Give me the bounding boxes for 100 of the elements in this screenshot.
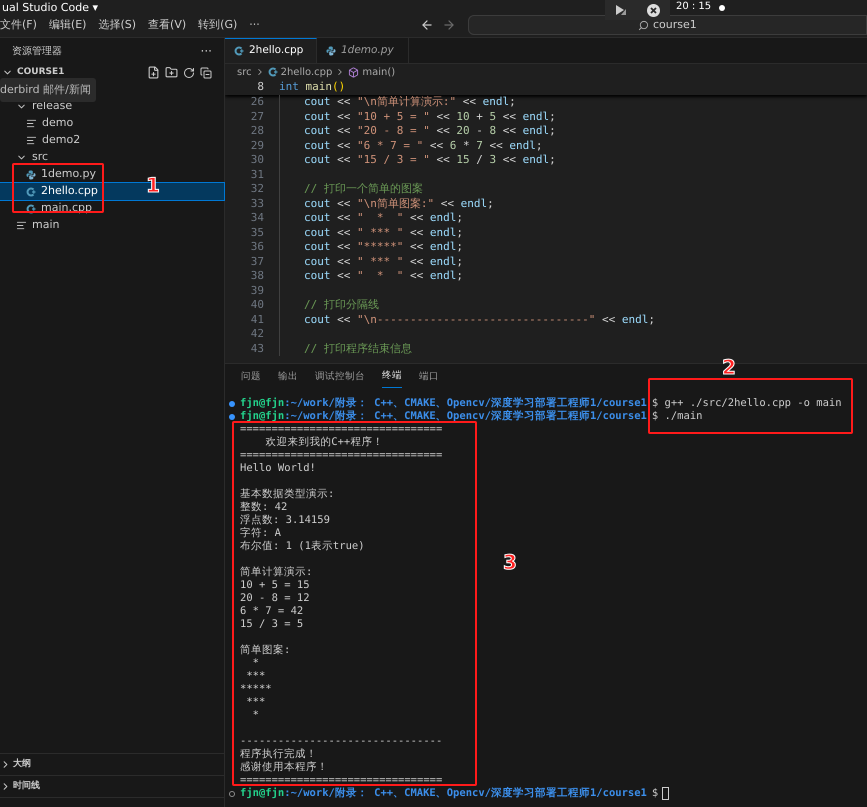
terminal-output: 基本数据类型演示: — [240, 488, 334, 501]
folder-row[interactable]: src — [0, 149, 224, 166]
text-file-icon — [26, 135, 37, 146]
close-icon[interactable] — [647, 4, 660, 16]
line-number: 30 — [250, 152, 264, 168]
line-number: 40 — [250, 297, 264, 313]
text-file-icon — [26, 118, 37, 129]
search-field[interactable]: course1 — [468, 15, 867, 35]
terminal-output: -------------------------------- — [240, 735, 442, 748]
line-number: 27 — [250, 108, 264, 124]
line-number: 29 — [250, 138, 264, 154]
line-number: 31 — [250, 166, 264, 182]
line-number: 34 — [250, 210, 264, 226]
prompt-line: fjn@fjn:~/work/附录： C++、CMAKE、Opencv/深度学习部署工程师1/course1 $ — [240, 787, 658, 800]
terminal-output: ================================ — [240, 774, 442, 787]
terminal-output: ================================ — [240, 449, 442, 462]
terminal-output: 简单图案: — [240, 644, 290, 657]
terminal-output: 欢迎来到我的C++程序！ — [264, 436, 384, 449]
code-comment: // 打印程序结束信息 — [304, 340, 412, 356]
line-number: 41 — [250, 312, 264, 328]
breadcrumb-item[interactable]: src — [237, 64, 252, 80]
python-file-icon — [26, 170, 36, 180]
line-number: 42 — [250, 326, 264, 342]
code-line: cout << "\n简单图案:" << endl; — [304, 196, 494, 212]
panel-tab[interactable]: 端口 — [419, 366, 439, 388]
file-row[interactable]: main.cpp — [0, 200, 224, 217]
cpp-file-icon — [26, 186, 36, 196]
prompt-line: fjn@fjn:~/work/附录： C++、CMAKE、Opencv/深度学习部署工程师1/course1 $ g++ ./src/2hello.cpp -o main — [240, 397, 842, 410]
terminal-output: 感谢使用本程序！ — [240, 761, 328, 774]
play-icon[interactable] — [615, 4, 627, 16]
sidebar-title: 资源管理器 — [12, 44, 62, 58]
code-line: cout << "20 - 8 = " << 20 - 8 << endl; — [304, 123, 556, 139]
menu-item[interactable]: 查看(V) — [148, 16, 186, 34]
terminal-output: 程序执行完成！ — [240, 748, 317, 761]
panel-tab[interactable]: 调试控制台 — [315, 366, 365, 388]
code-line: cout << " * " << endl; — [304, 268, 463, 284]
line-number: 36 — [250, 239, 264, 255]
file-row[interactable]: demo2 — [0, 132, 224, 149]
line-number: 33 — [250, 196, 264, 212]
window-title: ual Studio Code ▾ — [1, 2, 98, 13]
cube-icon — [348, 66, 360, 78]
cpp-file-icon — [234, 46, 244, 56]
code-line: cout << " * " << endl; — [304, 210, 463, 226]
line-number: 8 — [256, 80, 264, 96]
panel-tab[interactable]: 问题 — [241, 366, 261, 388]
line-number: 38 — [250, 268, 264, 284]
terminal-output: Hello World! — [240, 462, 316, 475]
tooltip: derbird 邮件/新闻 — [0, 78, 96, 102]
terminal-output: 15 / 3 = 5 — [240, 618, 304, 631]
terminal-output: 浮点数: 3.14159 — [240, 514, 330, 527]
prompt-line: fjn@fjn:~/work/附录： C++、CMAKE、Opencv/深度学习部署工程师1/course1 $ ./main — [240, 410, 702, 423]
breadcrumb-item[interactable]: main() — [362, 64, 396, 80]
clock: 20 : 15 — [676, 1, 712, 13]
menu-item[interactable]: 编辑(E) — [48, 16, 86, 34]
new-folder-icon[interactable] — [165, 66, 178, 79]
code-line: cout << "10 + 5 = " << 10 + 5 << endl; — [304, 108, 556, 124]
menu-item[interactable]: 转到(G) — [198, 16, 238, 34]
collapse-all-icon[interactable] — [200, 66, 212, 78]
terminal-output: 整数: 42 — [240, 501, 288, 514]
code-line: cout << "6 * 7 = " << 6 * 7 << endl; — [304, 138, 542, 154]
new-file-icon[interactable] — [147, 66, 160, 79]
code-line: cout << "\n简单计算演示:" << endl; — [304, 94, 516, 110]
file-row[interactable]: main — [0, 217, 224, 234]
workspace-root[interactable]: COURSE1 — [17, 66, 64, 80]
editor-tab[interactable]: 1demo.py — [317, 38, 409, 63]
panel-tab[interactable]: 输出 — [278, 366, 298, 388]
terminal-output: 20 - 8 = 12 — [240, 592, 310, 605]
code-line: cout << "15 / 3 = " << 15 / 3 << endl; — [304, 152, 556, 168]
cursor — [662, 787, 670, 800]
panel-tab[interactable]: 终端 — [382, 366, 402, 388]
line-number: 32 — [250, 181, 264, 197]
code-line: cout << " *** " << endl; — [304, 224, 463, 240]
line-number: 43 — [250, 340, 264, 356]
more-actions[interactable]: ··· — [200, 42, 212, 60]
breadcrumb-item[interactable]: 2hello.cpp — [280, 64, 332, 80]
code-comment: // 打印分隔线 — [304, 297, 379, 313]
terminal-output: 布尔值: 1 (1表示true) — [240, 540, 365, 553]
collapsed-section[interactable]: 大纲 — [0, 753, 224, 775]
code-line: cout << "*****" << endl; — [304, 239, 463, 255]
editor-tab[interactable]: 2hello.cpp — [225, 38, 317, 63]
code-line: int main() — [279, 80, 346, 96]
python-file-icon — [326, 46, 336, 56]
terminal-output: 简单计算演示: — [240, 566, 312, 579]
forward-arrow-icon[interactable] — [442, 18, 456, 32]
menu-item[interactable]: ··· — [249, 16, 260, 34]
text-file-icon — [16, 220, 27, 231]
code-comment: // 打印一个简单的图案 — [304, 181, 423, 197]
cpp-file-icon — [268, 67, 278, 77]
code-line: cout << " *** " << endl; — [304, 254, 463, 270]
terminal-output: 字符: A — [240, 527, 281, 540]
line-number: 39 — [250, 282, 264, 298]
terminal-output: * *** ***** *** * — [240, 657, 272, 722]
search-icon — [638, 20, 649, 30]
menu-item[interactable]: 文件(F) — [0, 16, 37, 34]
menu-item[interactable]: 选择(S) — [98, 16, 136, 34]
back-arrow-icon[interactable] — [420, 18, 434, 32]
refresh-icon[interactable] — [183, 66, 195, 78]
annotation-number: 2 — [722, 356, 736, 378]
terminal-output: ================================ — [240, 423, 442, 436]
file-row[interactable]: demo — [0, 115, 224, 132]
